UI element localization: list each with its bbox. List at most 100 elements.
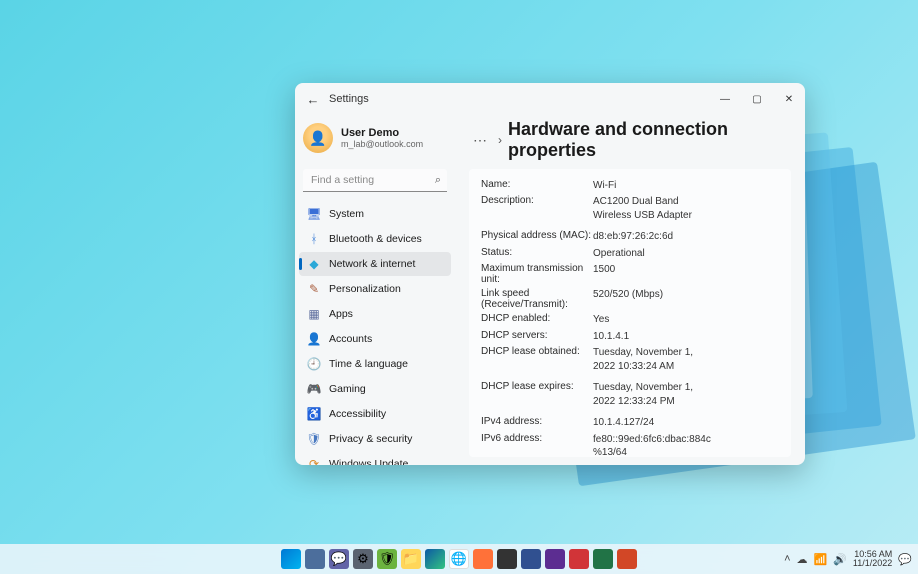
sidebar-item-accessibility[interactable]: ♿ Accessibility <box>299 402 451 426</box>
property-value: Operational <box>593 247 645 261</box>
user-email: m_lab@outlook.com <box>341 139 423 149</box>
sidebar-item-apps[interactable]: ▦ Apps <box>299 302 451 326</box>
minimize-button[interactable]: — <box>709 85 741 113</box>
nav-icon: 🕘 <box>307 357 321 371</box>
app-title: Settings <box>329 93 369 105</box>
date-text: 11/1/2022 <box>853 559 892 568</box>
app-icon-2[interactable] <box>545 549 565 569</box>
powerpoint-icon[interactable] <box>617 549 637 569</box>
property-row: DHCP enabled:Yes <box>481 312 779 329</box>
search-wrap: ⌕ <box>303 169 447 192</box>
property-label: IPv6 address: <box>481 433 593 458</box>
user-block[interactable]: 👤 User Demo m_lab@outlook.com <box>295 119 455 165</box>
sidebar-item-gaming[interactable]: 🎮Gaming <box>299 377 451 401</box>
security-icon[interactable]: 🛡 <box>377 549 397 569</box>
nav: 🖥System ᚼ Bluetooth & devices ◆ Network & in… <box>295 202 455 465</box>
property-row: Link speed (Receive/Transmit):520/520 (M… <box>481 287 779 312</box>
terminal-icon[interactable] <box>497 549 517 569</box>
property-row: DHCP servers:10.1.4.1 <box>481 328 779 345</box>
start-button[interactable] <box>281 549 301 569</box>
property-value: 520/520 (Mbps) <box>593 288 663 310</box>
tray-chevron-icon[interactable]: ˄ <box>784 553 790 565</box>
property-label: Link speed (Receive/Transmit): <box>481 288 593 310</box>
property-label: Physical address (MAC): <box>481 230 593 244</box>
property-value: d8:eb:97:26:2c:6d <box>593 230 673 244</box>
nav-icon: ✎ <box>307 282 321 296</box>
edge-icon[interactable] <box>425 549 445 569</box>
nav-icon: ♿ <box>307 407 321 421</box>
property-label: Description: <box>481 195 593 222</box>
sidebar-item-personalization[interactable]: ✎ Personalization <box>299 277 451 301</box>
tray-network-icon[interactable]: 📶 <box>814 553 828 566</box>
nav-icon: ▦ <box>307 307 321 321</box>
task-view-icon[interactable] <box>305 549 325 569</box>
property-value: Yes <box>593 313 609 327</box>
property-value: fe80::99ed:6fc6:dbac:884c%13/64 <box>593 433 711 458</box>
sidebar-item-accounts[interactable]: 👤Accounts <box>299 327 451 351</box>
nav-icon: 🖥 <box>307 207 321 221</box>
titlebar: ← Settings — ▢ ✕ <box>295 83 805 115</box>
nav-label: Network & internet <box>329 258 415 270</box>
nav-label: Apps <box>329 308 353 320</box>
taskbar: 💬 ⚙ 🛡 📁 🌐 ˄ ☁ 📶 🔊 10:56 AM 11/1/2022 💬 <box>0 544 918 574</box>
nav-label: Bluetooth & devices <box>329 233 422 245</box>
sidebar: 👤 User Demo m_lab@outlook.com ⌕ 🖥Systemᚼ… <box>295 83 455 465</box>
taskbar-center: 💬 ⚙ 🛡 📁 🌐 <box>281 549 637 569</box>
property-row: Physical address (MAC):d8:eb:97:26:2c:6d <box>481 229 779 246</box>
property-label: IPv4 address: <box>481 416 593 430</box>
nav-icon: 🎮 <box>307 382 321 396</box>
notifications-icon[interactable]: 💬 <box>898 553 912 566</box>
property-row: IPv4 address:10.1.4.127/24 <box>481 415 779 432</box>
chat-icon[interactable]: 💬 <box>329 549 349 569</box>
app-icon-1[interactable] <box>521 549 541 569</box>
nav-icon: ◆ <box>307 257 321 271</box>
settings-icon[interactable]: ⚙ <box>353 549 373 569</box>
property-label: DHCP enabled: <box>481 313 593 327</box>
sidebar-item-windows-update[interactable]: ⟳ Windows Update <box>299 452 451 465</box>
property-value: AC1200 Dual BandWireless USB Adapter <box>593 195 692 222</box>
search-icon: ⌕ <box>435 174 441 187</box>
page-title: Hardware and connection properties <box>508 119 791 161</box>
property-value: Wi-Fi <box>593 179 616 193</box>
sidebar-item-time-language[interactable]: 🕘Time & language <box>299 352 451 376</box>
sidebar-item-bluetooth-devices[interactable]: ᚼ Bluetooth & devices <box>299 227 451 251</box>
nav-icon: 👤 <box>307 332 321 346</box>
nav-label: Personalization <box>329 283 401 295</box>
property-label: DHCP servers: <box>481 330 593 344</box>
system-tray[interactable]: ˄ ☁ 📶 🔊 10:56 AM 11/1/2022 💬 <box>784 550 918 569</box>
nav-icon: ⟳ <box>307 457 321 465</box>
back-button[interactable]: ← <box>299 85 327 113</box>
excel-icon[interactable] <box>593 549 613 569</box>
property-row: Name:Wi-Fi <box>481 177 779 194</box>
close-button[interactable]: ✕ <box>773 85 805 113</box>
property-label: Status: <box>481 247 593 261</box>
nav-icon: ᚼ <box>307 232 321 246</box>
sidebar-item-system[interactable]: 🖥System <box>299 202 451 226</box>
search-input[interactable] <box>303 169 447 192</box>
nav-icon: 🛡 <box>307 432 321 446</box>
nav-label: Privacy & security <box>329 433 412 445</box>
clock[interactable]: 10:56 AM 11/1/2022 <box>853 550 892 569</box>
property-value: Tuesday, November 1,2022 10:33:24 AM <box>593 346 693 373</box>
sidebar-item-privacy-security[interactable]: 🛡 Privacy & security <box>299 427 451 451</box>
chrome-icon[interactable]: 🌐 <box>449 549 469 569</box>
sidebar-item-network-internet[interactable]: ◆ Network & internet <box>299 252 451 276</box>
settings-window: ← Settings — ▢ ✕ 👤 User Demo m_lab@outlo… <box>295 83 805 465</box>
property-label: Maximum transmission unit: <box>481 263 593 285</box>
breadcrumb-more[interactable]: ⋯ <box>469 130 492 151</box>
property-value: 1500 <box>593 263 615 285</box>
property-row: Description:AC1200 Dual BandWireless USB… <box>481 194 779 224</box>
file-explorer-icon[interactable]: 📁 <box>401 549 421 569</box>
user-name: User Demo <box>341 127 423 139</box>
nav-label: Windows Update <box>329 458 408 465</box>
property-row: DHCP lease obtained:Tuesday, November 1,… <box>481 345 779 375</box>
nav-label: Accessibility <box>329 408 386 420</box>
property-row: IPv6 address:fe80::99ed:6fc6:dbac:884c%1… <box>481 431 779 457</box>
firefox-icon[interactable] <box>473 549 493 569</box>
tray-volume-icon[interactable]: 🔊 <box>833 553 847 566</box>
chevron-right-icon: › <box>498 133 502 147</box>
maximize-button[interactable]: ▢ <box>741 85 773 113</box>
app-icon-3[interactable] <box>569 549 589 569</box>
property-label: DHCP lease obtained: <box>481 346 593 373</box>
tray-onedrive-icon[interactable]: ☁ <box>797 553 808 566</box>
